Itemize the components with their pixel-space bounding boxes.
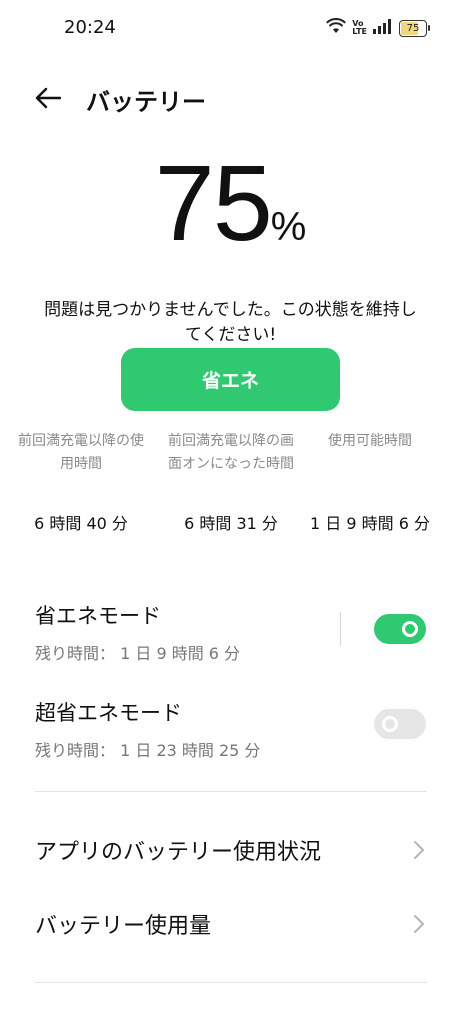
- power-save-button[interactable]: 省エネ: [121, 348, 340, 411]
- power-save-button-label: 省エネ: [201, 370, 259, 392]
- back-button[interactable]: [28, 80, 68, 120]
- volte-bottom-text: LTE: [352, 27, 367, 36]
- status-time: 20:24: [64, 17, 116, 38]
- chevron-right-icon: [409, 914, 429, 934]
- divider: [340, 612, 341, 646]
- power-saving-mode-title: 省エネモード: [35, 604, 161, 628]
- stat-available-time: 使用可能時間 1 日 9 時間 6 分: [306, 430, 434, 536]
- stat-label: 前回満充電以降の使用時間: [18, 433, 144, 472]
- power-saving-mode-row[interactable]: 省エネモード 残り時間： 1 日 9 時間 6 分: [35, 600, 240, 664]
- divider: [35, 791, 427, 792]
- volte-icon: Vo LTE: [352, 20, 367, 36]
- app-battery-usage-item[interactable]: アプリのバッテリー使用状況: [0, 820, 461, 880]
- battery-percent-unit: %: [270, 205, 307, 249]
- arrow-left-icon: [35, 87, 62, 113]
- stat-value: 1 日 9 時間 6 分: [310, 514, 430, 533]
- stat-value: 6 時間 31 分: [184, 514, 278, 533]
- battery-percent-value: 75: [154, 142, 273, 263]
- stat-label: 前回満充電以降の画面オンになった時間: [168, 433, 294, 472]
- signal-icon: [373, 18, 393, 38]
- page-title: バッテリー: [86, 88, 206, 116]
- wifi-icon: [326, 18, 347, 38]
- battery-percent: 75%: [0, 140, 461, 265]
- battery-usage-label: バッテリー使用量: [35, 914, 212, 939]
- battery-level-text: 75: [406, 22, 420, 34]
- toggle-knob: [402, 621, 418, 637]
- stat-screen-on-time: 前回満充電以降の画面オンになった時間 6 時間 31 分: [168, 430, 294, 536]
- stat-label: 使用可能時間: [328, 433, 412, 449]
- super-power-saving-mode-title: 超省エネモード: [35, 701, 182, 725]
- power-saving-mode-toggle[interactable]: [374, 614, 426, 644]
- super-power-saving-mode-remaining: 残り時間： 1 日 23 時間 25 分: [35, 741, 261, 760]
- battery-usage-item[interactable]: バッテリー使用量: [0, 894, 461, 954]
- chevron-right-icon: [409, 840, 429, 860]
- status-icons: Vo LTE 75: [326, 18, 430, 38]
- status-message: 問題は見つかりませんでした。この状態を維持してください!: [44, 300, 417, 345]
- super-power-saving-mode-row[interactable]: 超省エネモード 残り時間： 1 日 23 時間 25 分: [35, 697, 260, 761]
- app-battery-usage-label: アプリのバッテリー使用状況: [35, 840, 322, 865]
- stat-usage-time: 前回満充電以降の使用時間 6 時間 40 分: [18, 430, 144, 536]
- stat-value: 6 時間 40 分: [34, 514, 128, 533]
- battery-icon: 75: [399, 19, 430, 37]
- power-saving-mode-remaining: 残り時間： 1 日 9 時間 6 分: [35, 644, 241, 663]
- super-power-saving-mode-toggle[interactable]: [374, 709, 426, 739]
- divider: [35, 982, 427, 983]
- toggle-knob: [382, 716, 398, 732]
